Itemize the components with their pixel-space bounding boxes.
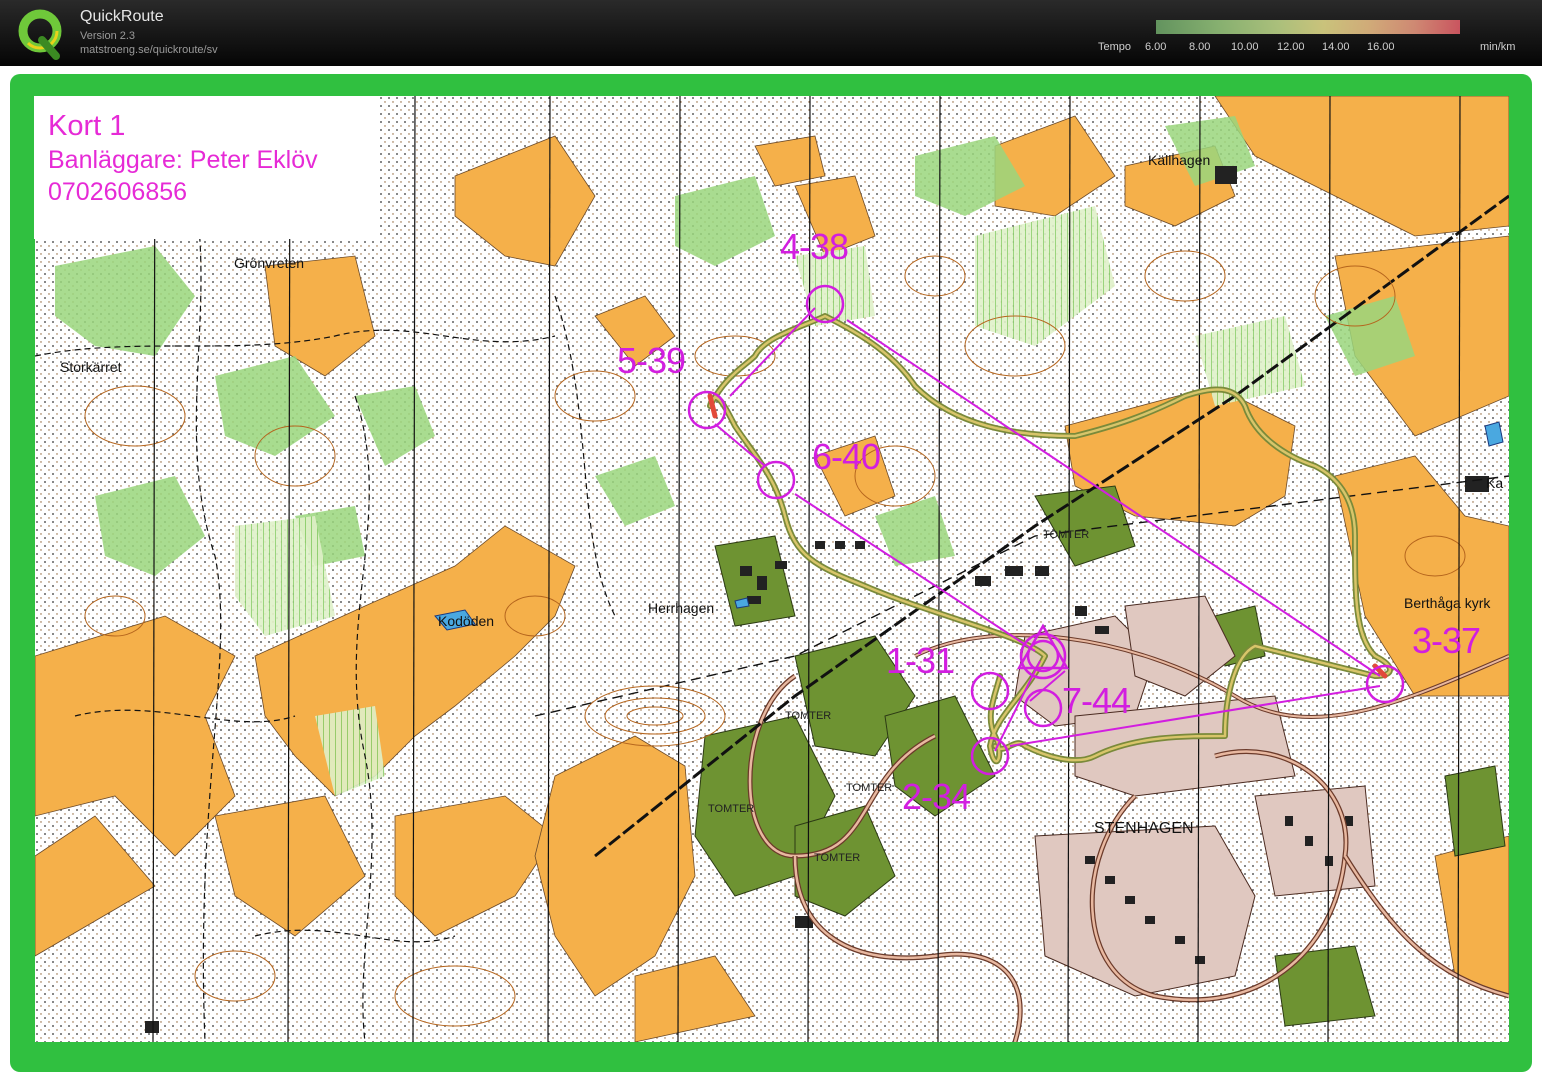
- place-kallhagen: Källhagen: [1148, 152, 1211, 168]
- legend-unit: min/km: [1480, 41, 1516, 53]
- place-tomter: TOMTER: [785, 710, 832, 722]
- app-url: matstroeng.se/quickroute/sv: [80, 44, 218, 56]
- place-berthaga: Berthåga kyrk: [1404, 595, 1491, 611]
- place-stenhagen: STENHAGEN: [1094, 820, 1194, 837]
- control-label: 3-37: [1412, 620, 1481, 661]
- place-ka: Ka: [1486, 475, 1504, 491]
- place-gronvreten: Grönvreten: [234, 255, 305, 271]
- control-label: 5-39: [617, 340, 686, 381]
- place-tomter: TOMTER: [846, 782, 893, 794]
- place-tomter: TOMTER: [814, 852, 861, 864]
- course-name: Kort 1: [48, 110, 126, 142]
- place-tomter: TOMTER: [1043, 529, 1090, 541]
- course-info-box: Kort 1 Banläggare: Peter Eklöv 070260685…: [34, 96, 378, 239]
- legend-tick: 12.00: [1277, 41, 1305, 53]
- place-storkarret: Storkärret: [60, 359, 122, 375]
- legend-tick: 14.00: [1322, 41, 1350, 53]
- control-label: 7-44: [1062, 680, 1131, 721]
- legend-label: Tempo: [1098, 41, 1132, 53]
- control-label: 2-34: [902, 776, 971, 817]
- quickroute-q-logo-icon: [18, 9, 62, 60]
- title-bar: QuickRoute Version 2.3 matstroeng.se/qui…: [0, 0, 1542, 66]
- place-herrhagen: Herrhagen: [648, 600, 715, 616]
- legend-tick: 10.00: [1231, 41, 1259, 53]
- control-label: 1-31: [886, 640, 955, 681]
- legend-tick: 8.00: [1189, 41, 1211, 53]
- place-kododen: Kodöden: [438, 613, 495, 629]
- place-tomter: TOMTER: [708, 803, 755, 815]
- control-label: 4-38: [780, 226, 849, 267]
- app-version: Version 2.3: [80, 30, 136, 42]
- control-label: 6-40: [812, 436, 881, 477]
- legend-tick: 6.00: [1145, 41, 1167, 53]
- course-phone: 0702606856: [48, 178, 188, 206]
- tempo-legend-bar: [1156, 20, 1460, 34]
- legend-tick: 16.00: [1367, 41, 1395, 53]
- app-title: QuickRoute: [80, 8, 164, 25]
- course-setter: Banläggare: Peter Eklöv: [48, 146, 318, 174]
